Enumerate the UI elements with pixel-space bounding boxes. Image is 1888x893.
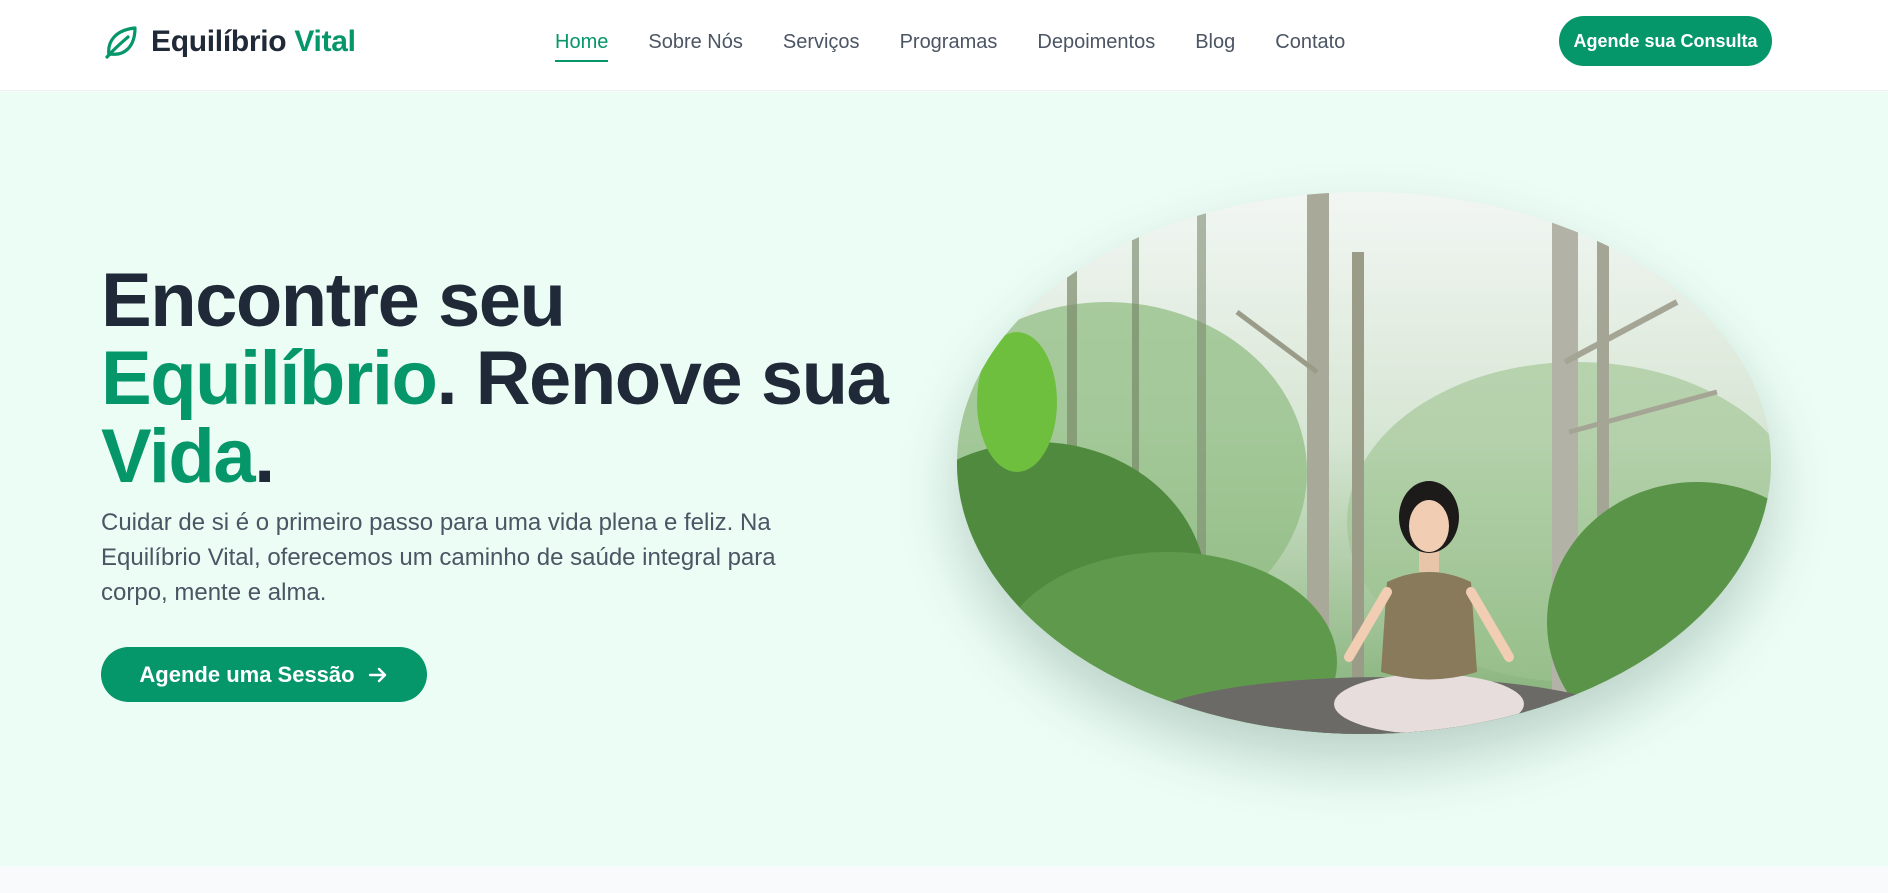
nav-link-sobre-nos[interactable]: Sobre Nós [648, 28, 743, 62]
schedule-session-button[interactable]: Agende uma Sessão [101, 647, 427, 702]
brand-name: Equilíbrio Vital [151, 25, 356, 59]
hero-title: Encontre seu Equilíbrio. Renove sua Vida… [101, 262, 921, 496]
hero-section: Encontre seu Equilíbrio. Renove sua Vida… [0, 92, 1888, 866]
nav-link-programas[interactable]: Programas [900, 28, 998, 62]
nav-link-blog[interactable]: Blog [1195, 28, 1235, 62]
hero-title-line1: Encontre seu [101, 258, 566, 343]
leaf-icon [105, 26, 137, 59]
brand-logo[interactable]: Equilíbrio Vital [101, 20, 356, 64]
schedule-session-label: Agende uma Sessão [139, 661, 355, 687]
nav-link-depoimentos[interactable]: Depoimentos [1037, 28, 1155, 62]
hero-title-end: . [254, 414, 275, 499]
hero-meditation-image [957, 192, 1771, 734]
arrow-right-icon [368, 667, 386, 682]
brand-name-part1: Equilíbrio [151, 25, 287, 58]
brand-name-part2: Vital [294, 25, 356, 58]
forest-meditation-illustration [957, 192, 1771, 734]
next-section-edge [0, 866, 1888, 893]
nav-link-home[interactable]: Home [555, 28, 609, 62]
main-nav: Home Sobre Nós Serviços Programas Depoim… [555, 28, 1345, 62]
navbar: Equilíbrio Vital Home Sobre Nós Serviços… [0, 0, 1888, 91]
hero-description: Cuidar de si é o primeiro passo para uma… [101, 509, 776, 606]
nav-link-contato[interactable]: Contato [1275, 28, 1345, 62]
schedule-consultation-button[interactable]: Agende sua Consulta [1559, 16, 1772, 66]
hero-title-accent2: Vida [101, 414, 256, 499]
hero-title-accent1: Equilíbrio [101, 336, 438, 421]
nav-link-servicos[interactable]: Serviços [783, 28, 860, 62]
hero-title-mid: . Renove sua [436, 336, 888, 421]
